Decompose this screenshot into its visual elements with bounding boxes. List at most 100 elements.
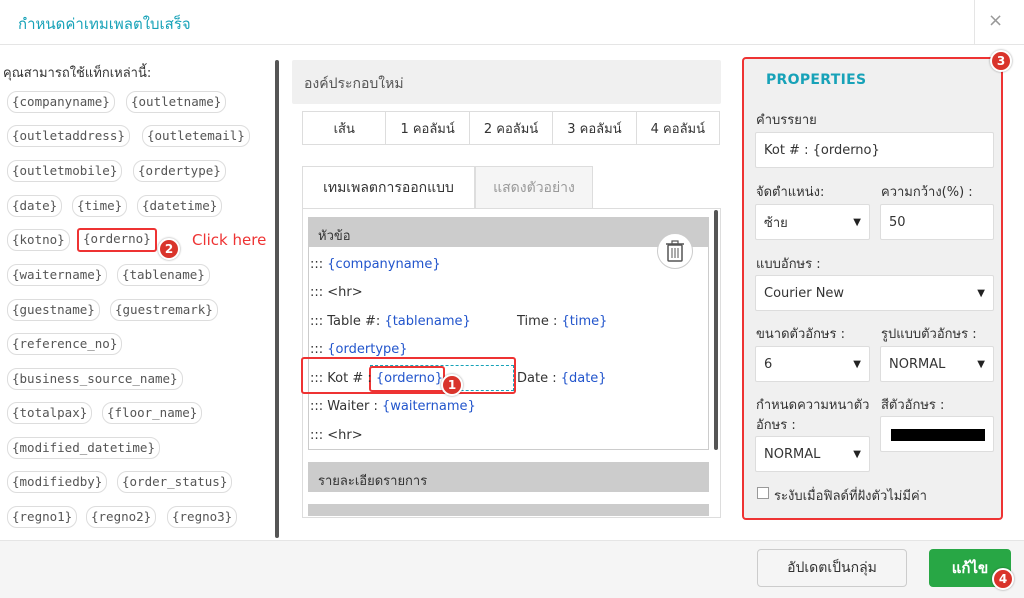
left-scrollbar[interactable] xyxy=(275,60,279,538)
step-badge-4: 4 xyxy=(992,568,1014,590)
chevron-down-icon: ▼ xyxy=(977,358,985,370)
close-icon[interactable]: × xyxy=(988,10,1003,31)
chevron-down-icon: ▼ xyxy=(853,448,861,460)
tag-modified-datetime[interactable]: {modified_datetime} xyxy=(7,437,160,459)
dialog-title: กำหนดค่าเทมเพลตใบเสร็จ xyxy=(18,15,191,33)
chevron-down-icon: ▼ xyxy=(977,287,985,299)
row-waiter[interactable]: ::: Waiter : {waitername} xyxy=(310,399,476,414)
tag-time[interactable]: {time} xyxy=(72,195,128,217)
tag-datetime[interactable]: {datetime} xyxy=(137,195,223,217)
tag-order-status[interactable]: {order_status} xyxy=(117,471,233,493)
tag-date[interactable]: {date} xyxy=(7,195,63,217)
new-component-header: องค์ประกอบใหม่ xyxy=(292,60,721,104)
row-variable: {orderno} xyxy=(375,371,444,386)
row-variable: {date} xyxy=(560,371,607,386)
tag-companyname[interactable]: {companyname} xyxy=(7,91,115,113)
two-column-button[interactable]: 2 คอลัมน์ xyxy=(470,112,554,144)
tags-heading: คุณสามารถใช้แท็กเหล่านี้: xyxy=(3,66,152,81)
row-variable: {waitername} xyxy=(381,399,476,414)
tag-guestremark[interactable]: {guestremark} xyxy=(110,299,218,321)
tag-kotno[interactable]: {kotno} xyxy=(7,229,70,251)
align-value: ซ้าย xyxy=(764,215,788,231)
step-badge-1: 1 xyxy=(441,374,463,396)
row-kot-orderno[interactable]: ::: Kot # : {orderno} xyxy=(310,371,443,386)
font-label: แบบอักษร : xyxy=(756,257,821,272)
row-hr-2[interactable]: ::: <hr> xyxy=(310,428,363,443)
row-label: Date : xyxy=(517,371,561,386)
tag-outletemail[interactable]: {outletemail} xyxy=(142,125,250,147)
section-item-details[interactable]: รายละเอียดรายการ xyxy=(308,462,709,492)
tag-totalpax[interactable]: {totalpax} xyxy=(7,402,93,424)
dialog-header: กำหนดค่าเทมเพลตใบเสร็จ × xyxy=(0,0,1024,45)
tag-business-source-name[interactable]: {business_source_name} xyxy=(7,368,183,390)
template-config-dialog: กำหนดค่าเทมเพลตใบเสร็จ × คุณสามารถใช้แท็… xyxy=(0,0,1024,598)
row-variable: {time} xyxy=(561,314,608,329)
tag-waitername[interactable]: {waitername} xyxy=(7,264,108,286)
row-hr-1[interactable]: ::: <hr> xyxy=(310,285,363,300)
font-style-select[interactable]: NORMAL ▼ xyxy=(880,346,994,382)
hide-empty-label: ระงับเมื่อฟิลด์ที่ฝังตัวไม่มีค่า xyxy=(774,489,927,504)
step-badge-3: 3 xyxy=(990,50,1012,72)
font-weight-value: NORMAL xyxy=(764,446,821,462)
tag-guestname[interactable]: {guestname} xyxy=(7,299,100,321)
font-style-value: NORMAL xyxy=(889,356,946,372)
font-style-label: รูปแบบตัวอักษร : xyxy=(881,327,977,342)
row-date[interactable]: Date : {date} xyxy=(517,371,607,386)
tag-modifiedby[interactable]: {modifiedby} xyxy=(7,471,108,493)
chevron-down-icon: ▼ xyxy=(853,358,861,370)
description-label: คำบรรยาย xyxy=(756,113,817,128)
font-value: Courier New xyxy=(764,285,845,301)
four-column-button[interactable]: 4 คอลัมน์ xyxy=(637,112,719,144)
trash-icon[interactable] xyxy=(657,233,693,269)
tag-orderno[interactable]: {orderno} xyxy=(77,228,157,252)
tag-outletmobile[interactable]: {outletmobile} xyxy=(7,160,123,182)
row-prefix: ::: xyxy=(310,257,328,272)
row-prefix: ::: Waiter : xyxy=(310,399,382,414)
tag-floor-name[interactable]: {floor_name} xyxy=(102,402,203,424)
tag-reference-no[interactable]: {reference_no} xyxy=(7,333,123,355)
properties-title: PROPERTIES xyxy=(766,72,867,88)
tab-preview[interactable]: แสดงตัวอย่าง xyxy=(475,166,593,209)
tab-design-template[interactable]: เทมเพลตการออกแบบ xyxy=(302,166,475,209)
new-component-label: องค์ประกอบใหม่ xyxy=(304,76,404,92)
hide-empty-checkbox[interactable] xyxy=(757,487,769,499)
font-size-label: ขนาดตัวอักษร : xyxy=(756,327,846,342)
three-column-button[interactable]: 3 คอลัมน์ xyxy=(553,112,637,144)
canvas-scrollbar[interactable] xyxy=(714,210,718,450)
tag-regno1[interactable]: {regno1} xyxy=(7,506,78,528)
tag-outletaddress[interactable]: {outletaddress} xyxy=(7,125,130,147)
row-prefix: ::: Kot # : xyxy=(310,371,376,386)
bulk-update-button[interactable]: อัปเดตเป็นกลุ่ม xyxy=(757,549,907,587)
tag-tablename[interactable]: {tablename} xyxy=(117,264,210,286)
section-header-title[interactable]: หัวข้อ xyxy=(308,217,709,247)
font-weight-select[interactable]: NORMAL ▼ xyxy=(755,436,870,472)
description-input[interactable]: Kot # : {orderno} xyxy=(755,132,994,168)
tag-regno3[interactable]: {regno3} xyxy=(167,506,238,528)
row-label: Time : xyxy=(517,314,562,329)
align-select[interactable]: ซ้าย ▼ xyxy=(755,204,870,240)
step-badge-2: 2 xyxy=(158,238,180,260)
font-select[interactable]: Courier New ▼ xyxy=(755,275,994,311)
row-tablename[interactable]: ::: Table #: {tablename} xyxy=(310,314,471,329)
width-input[interactable]: 50 xyxy=(880,204,994,240)
chevron-down-icon: ▼ xyxy=(853,216,861,228)
row-prefix: ::: xyxy=(310,342,328,357)
one-column-button[interactable]: 1 คอลัมน์ xyxy=(386,112,470,144)
font-size-select[interactable]: 6 ▼ xyxy=(755,346,870,382)
line-button[interactable]: เส้น xyxy=(303,112,387,144)
width-label: ความกว้าง(%) : xyxy=(881,185,973,200)
row-prefix: ::: Table #: xyxy=(310,314,385,329)
column-button-group: เส้น 1 คอลัมน์ 2 คอลัมน์ 3 คอลัมน์ 4 คอล… xyxy=(302,111,720,145)
row-variable: {tablename} xyxy=(384,314,471,329)
row-time[interactable]: Time : {time} xyxy=(517,314,607,329)
tag-regno2[interactable]: {regno2} xyxy=(86,506,157,528)
font-color-swatch xyxy=(891,429,985,441)
font-color-picker[interactable] xyxy=(880,416,994,452)
section-next-partial[interactable] xyxy=(308,504,709,516)
row-companyname[interactable]: ::: {companyname} xyxy=(310,257,441,272)
tag-ordertype[interactable]: {ordertype} xyxy=(133,160,226,182)
row-ordertype[interactable]: ::: {ordertype} xyxy=(310,342,408,357)
click-here-annotation: Click here xyxy=(192,231,267,249)
tag-outletname[interactable]: {outletname} xyxy=(126,91,227,113)
header-divider xyxy=(974,0,975,45)
